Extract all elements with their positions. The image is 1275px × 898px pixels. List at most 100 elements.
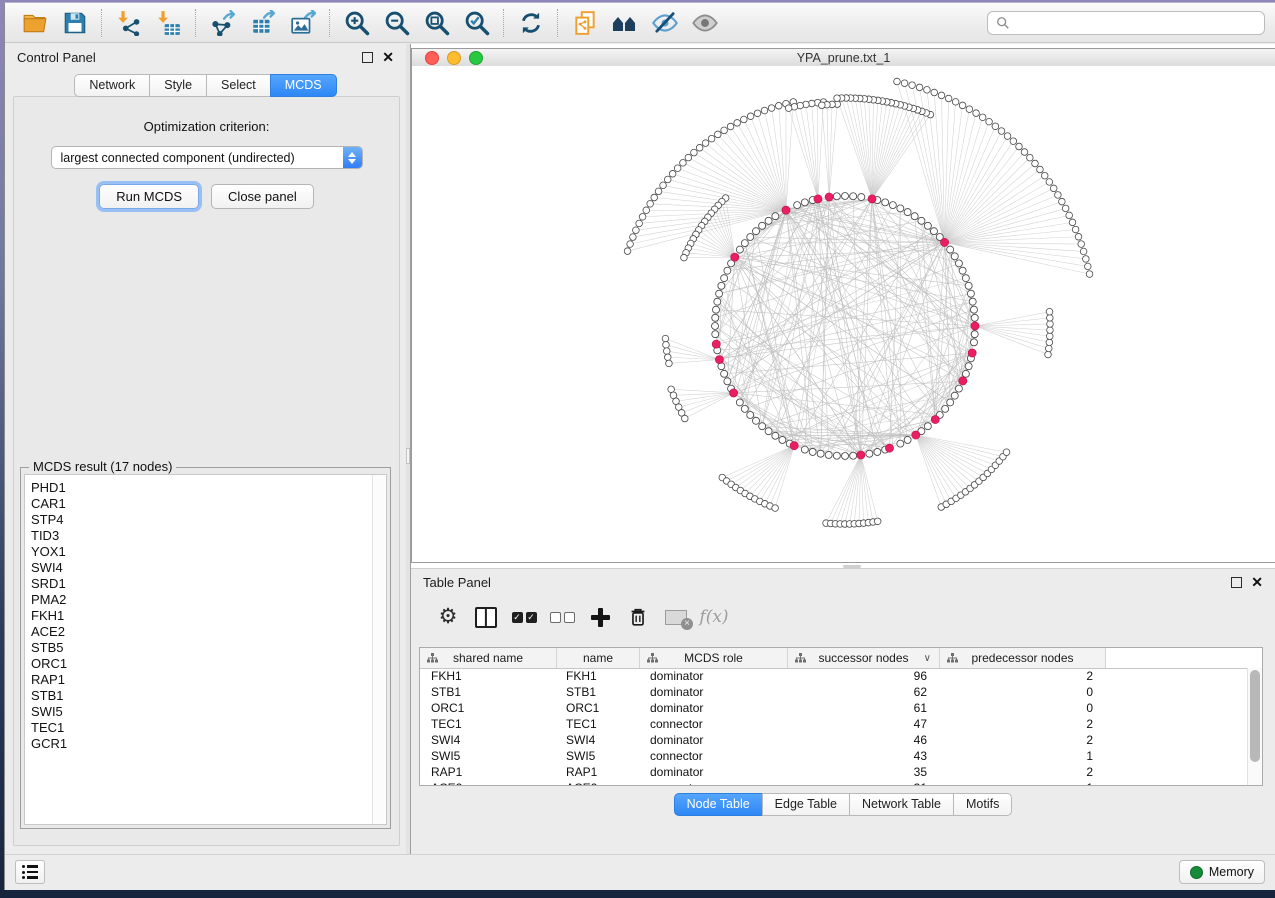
table-cell: STB1 — [420, 685, 557, 699]
table-cell: connector — [640, 781, 788, 785]
table-row[interactable]: SWI4SWI4dominator462 — [420, 732, 1248, 748]
mcds-result-item[interactable]: CAR1 — [31, 496, 386, 512]
hide-selected-button[interactable] — [645, 7, 685, 39]
table-row[interactable]: STB1STB1dominator620 — [420, 684, 1248, 700]
mcds-result-item[interactable]: GCR1 — [31, 736, 386, 752]
memory-button[interactable]: Memory — [1179, 860, 1265, 884]
control-panel: Control Panel ✕ Network Style Select MCD… — [5, 44, 406, 854]
unselect-all-button[interactable] — [543, 600, 581, 634]
main-area: Control Panel ✕ Network Style Select MCD… — [5, 44, 1275, 854]
table-cell: ORC1 — [557, 701, 640, 715]
first-neighbors-button[interactable] — [605, 7, 645, 39]
table-body[interactable]: FKH1FKH1dominator962STB1STB1dominator620… — [420, 668, 1248, 785]
table-cell: ACE2 — [557, 781, 640, 785]
table-panel: Table Panel ✕ ⚙ ✓✓ f(x) — [411, 568, 1275, 854]
mcds-result-item[interactable]: SWI5 — [31, 704, 386, 720]
mcds-result-item[interactable]: PHD1 — [31, 480, 386, 496]
mcds-result-item[interactable]: ORC1 — [31, 656, 386, 672]
close-table-panel-icon[interactable]: ✕ — [1251, 577, 1263, 587]
mcds-result-item[interactable]: TID3 — [31, 528, 386, 544]
select-all-button[interactable]: ✓✓ — [505, 600, 543, 634]
refresh-button[interactable] — [511, 7, 551, 39]
mcds-result-item[interactable]: STP4 — [31, 512, 386, 528]
export-table-button[interactable] — [243, 7, 283, 39]
table-row[interactable]: ACE2ACE2connector311 — [420, 780, 1248, 785]
table-scrollbar-thumb[interactable] — [1250, 670, 1260, 762]
tab-style[interactable]: Style — [149, 74, 206, 97]
search-icon — [996, 16, 1010, 30]
mcds-result-scrollbar[interactable] — [372, 475, 386, 824]
workspace-area: YPA_prune.txt_1 Table Panel ✕ ⚙ — [411, 44, 1275, 854]
delete-table-button[interactable] — [657, 600, 695, 634]
table-settings-button[interactable]: ⚙ — [429, 600, 467, 634]
table-cell: dominator — [640, 669, 788, 683]
table-row[interactable]: TEC1TEC1connector472 — [420, 716, 1248, 732]
mcds-result-item[interactable]: RAP1 — [31, 672, 386, 688]
column-header-name[interactable]: name — [557, 648, 640, 668]
column-header-shared-name[interactable]: shared name — [420, 648, 557, 668]
mcds-result-item[interactable]: STB5 — [31, 640, 386, 656]
import-network-button[interactable] — [109, 7, 149, 39]
search-field[interactable] — [987, 11, 1265, 35]
mcds-result-list[interactable]: PHD1CAR1STP4TID3YOX1SWI4SRD1PMA2FKH1ACE2… — [24, 474, 387, 825]
run-mcds-button[interactable]: Run MCDS — [99, 184, 199, 209]
tab-mcds[interactable]: MCDS — [270, 74, 337, 97]
tab-network[interactable]: Network — [74, 74, 149, 97]
mcds-result-item[interactable]: PMA2 — [31, 592, 386, 608]
mcds-result-item[interactable]: YOX1 — [31, 544, 386, 560]
table-cell: SWI5 — [420, 749, 557, 763]
zoom-in-button[interactable] — [337, 7, 377, 39]
splitter-grip[interactable] — [406, 448, 410, 464]
tab-node-table[interactable]: Node Table — [674, 793, 762, 816]
zoom-selected-button[interactable] — [457, 7, 497, 39]
delete-button[interactable] — [619, 600, 657, 634]
tab-motifs[interactable]: Motifs — [953, 793, 1012, 816]
copy-network-button[interactable] — [565, 7, 605, 39]
table-scrollbar[interactable] — [1247, 668, 1262, 785]
column-header-mcds-role[interactable]: MCDS role — [640, 648, 788, 668]
close-panel-button[interactable]: Close panel — [211, 184, 314, 209]
column-header-successor-nodes[interactable]: successor nodes ∨ — [788, 648, 940, 668]
panel-menu-button[interactable] — [15, 860, 45, 884]
network-canvas[interactable] — [412, 66, 1275, 562]
mcds-result-item[interactable]: FKH1 — [31, 608, 386, 624]
import-table-button[interactable] — [149, 7, 189, 39]
tab-select[interactable]: Select — [206, 74, 270, 97]
table-cell: 0 — [940, 685, 1106, 699]
tab-edge-table[interactable]: Edge Table — [762, 793, 849, 816]
mcds-result-item[interactable]: ACE2 — [31, 624, 386, 640]
sort-descending-icon: ∨ — [924, 653, 931, 664]
mcds-result-item[interactable]: STB1 — [31, 688, 386, 704]
mcds-result-item[interactable]: TEC1 — [31, 720, 386, 736]
column-header-predecessor-nodes[interactable]: predecessor nodes — [940, 648, 1106, 668]
table-row[interactable]: SWI5SWI5connector431 — [420, 748, 1248, 764]
tab-network-table[interactable]: Network Table — [849, 793, 953, 816]
zoom-out-button[interactable] — [377, 7, 417, 39]
mcds-result-item[interactable]: SWI4 — [31, 560, 386, 576]
table-row[interactable]: RAP1RAP1dominator352 — [420, 764, 1248, 780]
show-all-button[interactable] — [685, 7, 725, 39]
criterion-dropdown[interactable]: largest connected component (undirected) — [51, 146, 363, 169]
table-row[interactable]: ORC1ORC1dominator610 — [420, 700, 1248, 716]
float-table-panel-icon[interactable] — [1231, 577, 1242, 588]
mcds-result-item[interactable]: SRD1 — [31, 576, 386, 592]
zoom-selected-icon — [463, 9, 491, 37]
hierarchy-icon — [647, 653, 658, 663]
zoom-fit-button[interactable] — [417, 7, 457, 39]
search-input[interactable] — [1016, 15, 1256, 31]
table-row[interactable]: FKH1FKH1dominator962 — [420, 668, 1248, 684]
split-columns-button[interactable] — [467, 600, 505, 634]
export-network-button[interactable] — [203, 7, 243, 39]
save-button[interactable] — [55, 7, 95, 39]
function-builder-button[interactable]: f(x) — [695, 600, 733, 634]
table-splitter-grip[interactable] — [843, 565, 861, 568]
float-panel-icon[interactable] — [362, 52, 373, 63]
table-cell: 2 — [940, 717, 1106, 731]
add-column-button[interactable] — [581, 600, 619, 634]
export-image-button[interactable] — [283, 7, 323, 39]
control-panel-title: Control Panel — [17, 50, 96, 65]
table-panel-header: Table Panel ✕ — [411, 569, 1275, 595]
open-button[interactable] — [15, 7, 55, 39]
network-window-titlebar[interactable]: YPA_prune.txt_1 — [412, 49, 1275, 67]
close-panel-icon[interactable]: ✕ — [382, 52, 394, 62]
